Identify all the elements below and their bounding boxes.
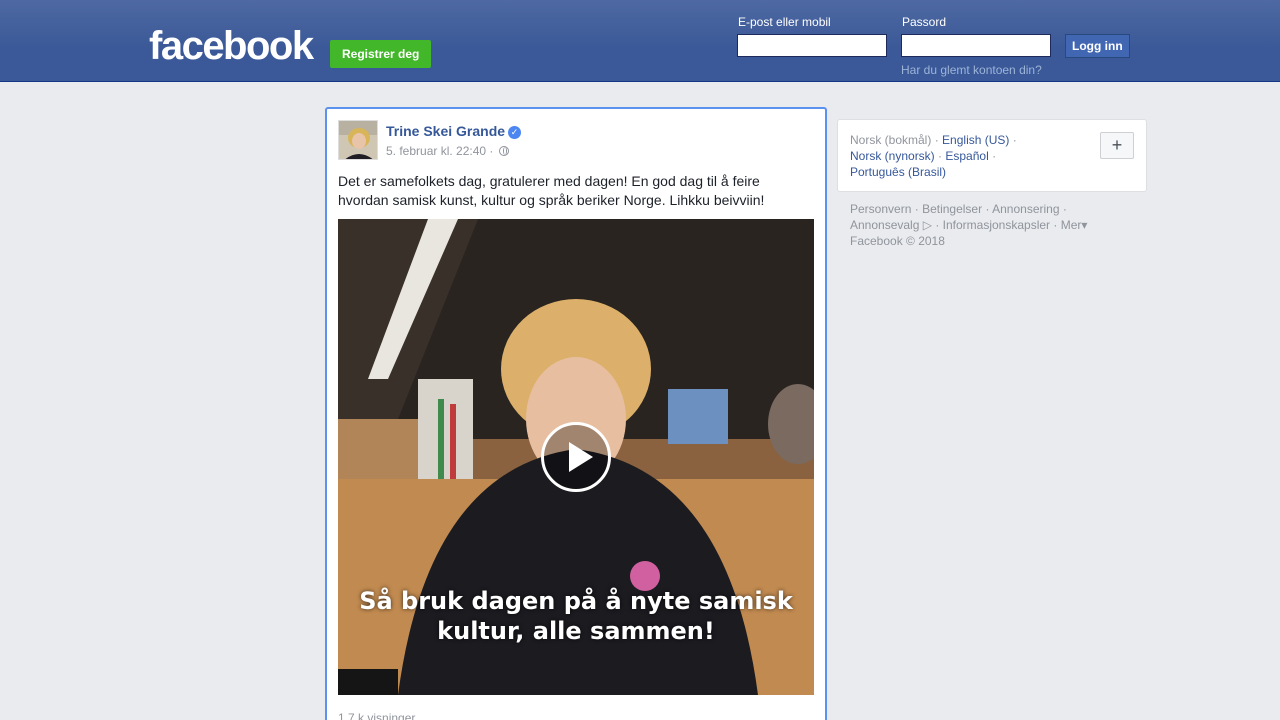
post-timestamp: 5. februar kl. 22:40 · [386,144,509,158]
video-caption-line-1: Så bruk dagen på å nyte samisk [359,587,793,615]
language-selector-box: Norsk (bokmål) · English (US) · Norsk (n… [837,119,1147,192]
forgot-account-link[interactable]: Har du glemt kontoen din? [901,63,1042,77]
author-name[interactable]: Trine Skei Grande ✓ [386,123,522,139]
footer: Personvern · Betingelser · Annonsering ·… [850,201,1150,249]
password-field[interactable] [901,34,1051,57]
globe-icon[interactable] [498,146,509,156]
footer-link-privacy[interactable]: Personvern [850,202,911,216]
author-name-label: Trine Skei Grande [386,123,506,139]
language-option-english[interactable]: English (US) [942,133,1009,147]
email-label: E-post eller mobil [738,15,831,29]
footer-link-more[interactable]: Mer▾ [1061,218,1088,232]
post-card: Trine Skei Grande ✓ 5. februar kl. 22:40 … [325,107,827,720]
separator: · [985,202,990,216]
footer-link-advertising[interactable]: Annonsering [992,202,1059,216]
view-count: 1,7 k visninger [338,711,416,720]
footer-link-cookies[interactable]: Informasjonskapsler [943,218,1050,232]
footer-link-ad-choices[interactable]: Annonsevalg [850,218,919,232]
ad-choices-icon: ▷ [922,218,932,232]
login-button[interactable]: Logg inn [1065,34,1130,58]
language-option-espanol[interactable]: Español [945,149,988,163]
separator: · [992,149,997,163]
video-caption: Så bruk dagen på å nyte samisk kultur, a… [338,586,814,646]
separator: · [935,218,940,232]
more-label: Mer [1060,218,1082,232]
separator: · [1053,218,1058,232]
language-option-portugues[interactable]: Português (Brasil) [850,165,946,179]
video-player[interactable]: Så bruk dagen på å nyte samisk kultur, a… [338,219,814,695]
separator: · [938,149,943,163]
author-avatar[interactable] [338,120,378,160]
timestamp-label[interactable]: 5. februar kl. 22:40 · [386,144,493,158]
caret-down-icon: ▾ [1081,218,1088,232]
separator: · [1062,202,1067,216]
email-field[interactable] [737,34,887,57]
language-option-nynorsk[interactable]: Norsk (nynorsk) [850,149,935,163]
separator: · [934,133,939,147]
separator: · [1012,133,1017,147]
verified-badge-icon: ✓ [508,126,522,139]
more-languages-button[interactable]: + [1100,132,1134,159]
password-label: Passord [902,15,947,29]
separator: · [914,202,919,216]
register-button[interactable]: Registrer deg [330,40,432,68]
current-language: Norsk (bokmål) [850,133,932,147]
footer-link-terms[interactable]: Betingelser [922,202,982,216]
play-icon[interactable] [541,422,611,492]
language-list: Norsk (bokmål) · English (US) · Norsk (n… [850,132,1080,180]
top-bar: facebook Registrer deg E-post eller mobi… [0,0,1280,82]
post-text: Det er samefolkets dag, gratulerer med d… [338,173,765,208]
video-caption-line-2: kultur, alle sammen! [437,617,715,645]
copyright: Facebook © 2018 [850,234,945,248]
facebook-logo[interactable]: facebook [149,26,314,66]
